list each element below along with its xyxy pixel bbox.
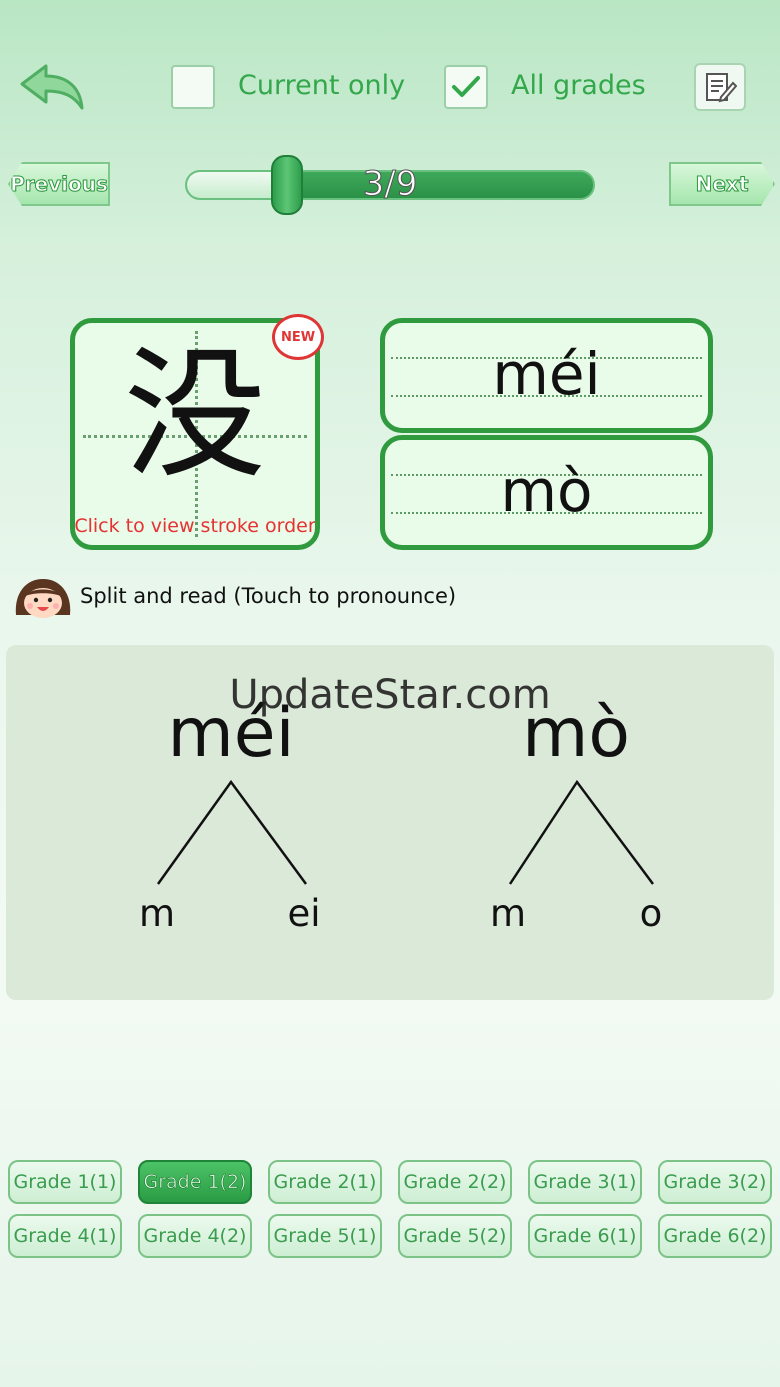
syllable-1-initial[interactable]: m <box>117 895 197 932</box>
grade-button[interactable]: Grade 5(2) <box>398 1214 512 1258</box>
syllable-1-full[interactable]: méi <box>131 700 331 768</box>
grade-button[interactable]: Grade 1(2) <box>138 1160 252 1204</box>
grade-button[interactable]: Grade 3(2) <box>658 1160 772 1204</box>
grade-button[interactable]: Grade 6(2) <box>658 1214 772 1258</box>
grade-button[interactable]: Grade 2(1) <box>268 1160 382 1204</box>
grade-button[interactable]: Grade 1(1) <box>8 1160 122 1204</box>
syllable-2-full[interactable]: mò <box>476 700 676 768</box>
syllable-1-final[interactable]: ei <box>264 895 344 932</box>
grade-button[interactable]: Grade 5(1) <box>268 1214 382 1258</box>
grade-button[interactable]: Grade 4(2) <box>138 1214 252 1258</box>
grade-button[interactable]: Grade 2(2) <box>398 1160 512 1204</box>
syllable-2-initial[interactable]: m <box>468 895 548 932</box>
syllable-2-final[interactable]: o <box>611 895 691 932</box>
grade-button[interactable]: Grade 4(1) <box>8 1214 122 1258</box>
grade-button[interactable]: Grade 6(1) <box>528 1214 642 1258</box>
grade-button[interactable]: Grade 3(1) <box>528 1160 642 1204</box>
